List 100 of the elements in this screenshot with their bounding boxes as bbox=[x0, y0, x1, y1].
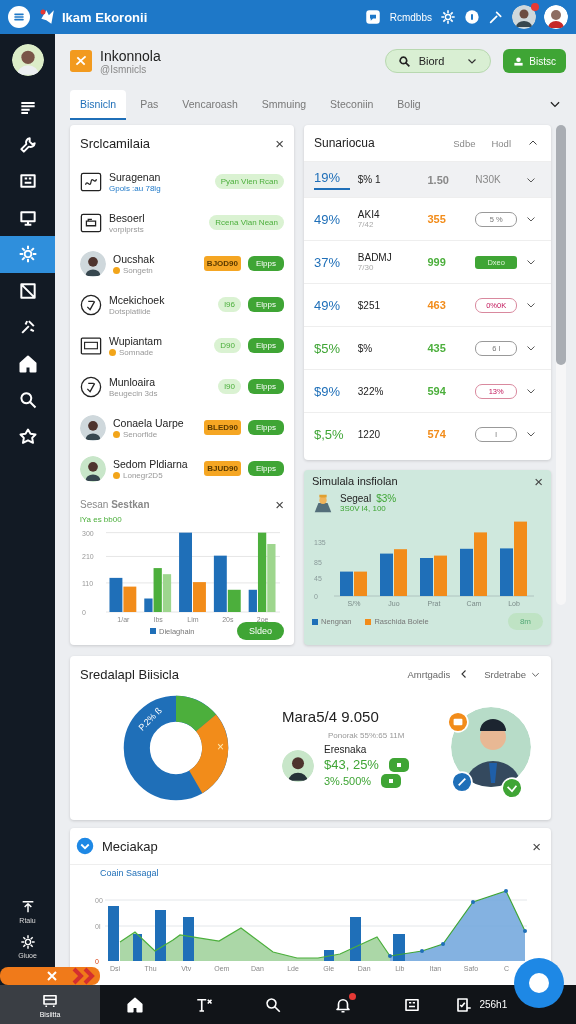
item-name: $% bbox=[357, 342, 374, 354]
toolbar-label[interactable]: Rcmdbbs bbox=[389, 11, 432, 23]
item-name: $251 bbox=[357, 299, 382, 311]
tab[interactable]: Steconiin bbox=[320, 90, 384, 120]
check-badge-icon[interactable] bbox=[501, 777, 523, 799]
circle-symbol-icon bbox=[80, 375, 102, 398]
tab[interactable]: Pas bbox=[130, 90, 169, 120]
tab[interactable]: Smmuing bbox=[251, 90, 317, 120]
settings-icon[interactable] bbox=[440, 9, 456, 25]
tool-badge-icon[interactable] bbox=[451, 771, 473, 793]
menu-button[interactable] bbox=[8, 6, 30, 28]
card-title: Sunariocua bbox=[314, 136, 376, 150]
tag: l90 bbox=[218, 379, 241, 394]
percent-value: 49% bbox=[314, 211, 342, 227]
nav-item[interactable]: 256h1 bbox=[446, 985, 516, 1024]
percent-value: $5% bbox=[314, 340, 342, 356]
circle-symbol-icon bbox=[80, 293, 102, 316]
chart-title: Sesan Sestkan bbox=[80, 498, 150, 510]
data-point bbox=[471, 900, 475, 904]
item-subtitle: vorpiprsts bbox=[109, 224, 145, 234]
card-title: Simulala insfiolan bbox=[312, 475, 398, 487]
chart-bar bbox=[393, 934, 405, 961]
change-value: $3% bbox=[376, 493, 397, 504]
arrow-tab-icon[interactable] bbox=[0, 967, 100, 985]
column-header[interactable]: Sdbe bbox=[453, 137, 476, 149]
amount-badge: BJUD90 bbox=[204, 461, 241, 476]
chart-bar bbox=[133, 934, 142, 961]
close-button[interactable]: × bbox=[275, 135, 284, 151]
action-button[interactable]: Elpps bbox=[248, 379, 284, 394]
amount-badge: BJOD90 bbox=[203, 256, 241, 271]
item-subtitle: 3S0V l4, 100 bbox=[340, 504, 387, 513]
chart-bar bbox=[350, 917, 361, 961]
chart-subtitle: lYa es bb00 bbox=[80, 515, 123, 524]
scrollbar-thumb[interactable] bbox=[556, 125, 566, 365]
item-link[interactable]: Gpols :au 78lg bbox=[109, 183, 161, 193]
chart-bar bbox=[183, 917, 194, 961]
image-icon bbox=[17, 280, 38, 301]
device-icon bbox=[80, 211, 102, 234]
home-icon bbox=[125, 995, 144, 1014]
item-name: 322% bbox=[357, 385, 385, 397]
scrollbar[interactable] bbox=[556, 125, 566, 605]
info-icon[interactable] bbox=[464, 9, 480, 25]
item-name: AKI4 bbox=[357, 209, 381, 220]
home-icon bbox=[17, 353, 38, 374]
stat-value: $43, 25% bbox=[324, 757, 379, 772]
action-button[interactable]: Elpps bbox=[248, 420, 284, 435]
user-avatar[interactable] bbox=[11, 44, 44, 76]
search-button[interactable]: Biord bbox=[384, 49, 492, 73]
person-avatar bbox=[80, 250, 106, 277]
percent-value: 19% bbox=[314, 169, 350, 190]
item-subtitle: Songetn bbox=[113, 265, 155, 275]
action-button[interactable]: Elpps bbox=[248, 256, 284, 271]
primary-button[interactable]: Bistsc bbox=[503, 49, 566, 73]
person-icon bbox=[312, 492, 334, 514]
value: 435 bbox=[427, 342, 447, 354]
chart-bar bbox=[324, 950, 334, 961]
chat-icon[interactable] bbox=[363, 8, 382, 26]
item-subtitle: 7/42 bbox=[357, 220, 375, 229]
data-point bbox=[441, 942, 445, 946]
user-avatar[interactable] bbox=[512, 5, 536, 29]
item-name: Suragenan bbox=[109, 170, 161, 183]
item-name: Munloaira bbox=[109, 375, 157, 388]
action-button[interactable]: Elpps bbox=[248, 461, 284, 476]
close-button[interactable]: × bbox=[532, 838, 541, 854]
item-subtitle: Dotsplatlide bbox=[109, 306, 152, 316]
tab[interactable]: Bolig bbox=[387, 90, 431, 120]
item-name: Segeal bbox=[340, 493, 372, 504]
data-point bbox=[504, 889, 508, 893]
data-point bbox=[388, 954, 392, 958]
item-subtitle: Beugecin 3ds bbox=[109, 388, 158, 398]
chart-title: Coain Sasagal bbox=[100, 868, 160, 878]
search-icon bbox=[264, 995, 283, 1014]
person-avatar bbox=[282, 750, 314, 782]
filter-label[interactable]: Amrtgadis bbox=[407, 668, 451, 680]
percent-value: 37% bbox=[314, 254, 342, 270]
tag: l96 bbox=[218, 297, 241, 312]
chart-button[interactable]: Sldeo bbox=[236, 622, 284, 640]
search-icon bbox=[17, 390, 38, 411]
sort-dropdown[interactable]: Srdetrabe bbox=[484, 668, 541, 680]
action-button[interactable]: Elpps bbox=[248, 338, 284, 353]
item-subtitle: Senorfide bbox=[113, 429, 184, 439]
data-point bbox=[523, 929, 527, 933]
profile-avatar[interactable] bbox=[544, 5, 568, 29]
tab[interactable]: Vencaroash bbox=[172, 90, 248, 120]
column-header[interactable]: Hodl bbox=[491, 137, 511, 149]
card-title: Srclcamilaia bbox=[80, 135, 151, 151]
table-row[interactable]: 19% $% 1 1.50 NЗ0K bbox=[304, 161, 551, 197]
value: 1.50 bbox=[427, 173, 450, 186]
tool-icon[interactable] bbox=[488, 9, 504, 25]
item-name: Besoerl bbox=[109, 211, 145, 224]
action-button[interactable]: Elpps bbox=[248, 297, 284, 312]
project-icon bbox=[70, 50, 92, 72]
wrench-icon bbox=[17, 134, 38, 155]
caption: Ponorak 55%:65 11M bbox=[328, 731, 406, 740]
app-title: Ikam Ekoronii bbox=[62, 9, 148, 25]
person-avatar bbox=[80, 455, 106, 482]
close-button[interactable]: × bbox=[534, 473, 543, 489]
close-button[interactable]: × bbox=[275, 496, 284, 512]
tab[interactable]: Bisnicln bbox=[70, 90, 127, 120]
gear-icon bbox=[19, 934, 36, 950]
